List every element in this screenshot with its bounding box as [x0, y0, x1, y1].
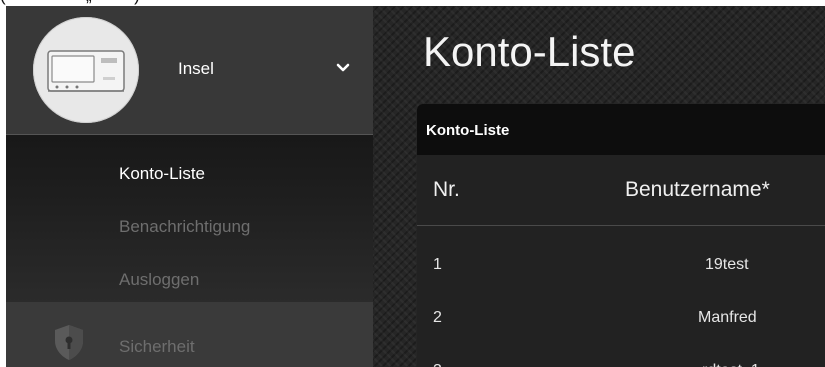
- account-submenu: Konto-Liste Benachrichtigung Ausloggen: [6, 134, 373, 303]
- menu-item-benachrichtigung[interactable]: Benachrichtigung: [119, 217, 250, 237]
- device-avatar: [33, 17, 139, 123]
- shield-lock-icon: [55, 325, 83, 360]
- menu-item-konto-liste[interactable]: Konto-Liste: [119, 164, 205, 184]
- sidebar-item-sicherheit[interactable]: Sicherheit: [6, 302, 373, 367]
- main-content: Konto-Liste Konto-Liste Nr. Benutzername…: [373, 6, 825, 367]
- sidebar: Insel Konto-Liste Benachrichtigung Auslo…: [6, 6, 373, 367]
- cell-nr: 1: [433, 256, 442, 273]
- page-title: Konto-Liste: [423, 28, 636, 75]
- cell-nr: 2: [433, 309, 442, 326]
- device-name: Insel: [178, 59, 214, 78]
- column-header-nr[interactable]: Nr.: [433, 178, 460, 202]
- cell-username: 19test: [705, 256, 749, 273]
- chevron-down-icon[interactable]: [336, 62, 350, 74]
- panel-title: Konto-Liste: [426, 122, 510, 139]
- panel-header: Konto-Liste: [417, 104, 825, 155]
- column-header-username[interactable]: Benutzername*: [625, 178, 770, 202]
- header-divider: [417, 225, 825, 226]
- sidebar-item-label: Sicherheit: [119, 337, 195, 356]
- cell-username: rdtest_1: [702, 362, 760, 367]
- menu-item-ausloggen[interactable]: Ausloggen: [119, 270, 199, 290]
- device-selector[interactable]: Insel: [6, 6, 373, 134]
- account-list-panel: Konto-Liste Nr. Benutzername* 1 19test 2…: [417, 104, 825, 367]
- intercom-device-icon: [47, 50, 125, 92]
- cell-nr: 3: [433, 362, 442, 367]
- app-window: Insel Konto-Liste Benachrichtigung Auslo…: [6, 6, 825, 367]
- cell-username: Manfred: [698, 309, 757, 326]
